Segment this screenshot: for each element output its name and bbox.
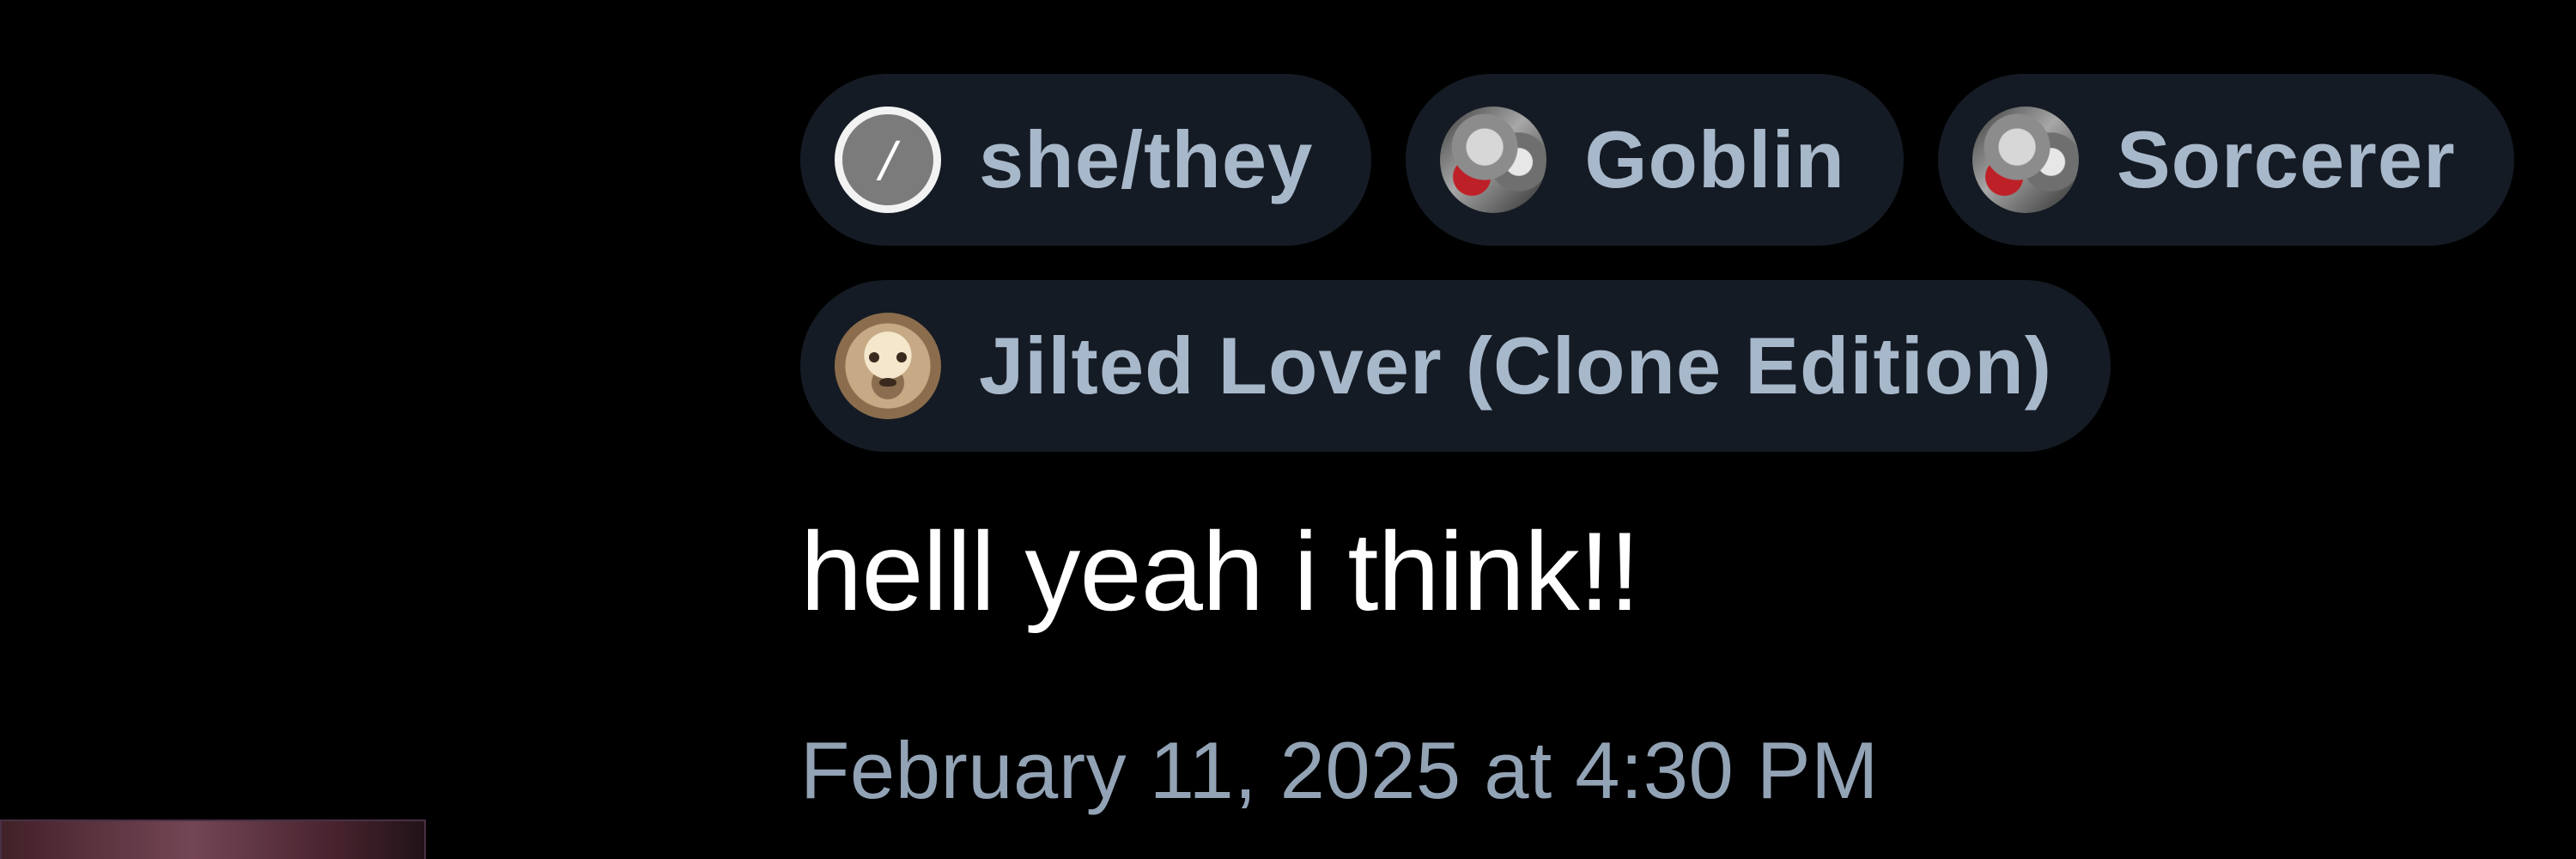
message-detail-view: / she/they Goblin Sorcerer Jilted Lover … — [0, 0, 2576, 859]
mask-avatar-icon — [835, 313, 941, 419]
tag-row-primary: / she/they Goblin Sorcerer — [800, 74, 2576, 246]
sorcerer-avatar-icon — [1971, 107, 2079, 213]
tag-label: Goblin — [1584, 114, 1845, 204]
mask-eye-left-icon — [869, 352, 879, 362]
tag-goblin[interactable]: Goblin — [1406, 74, 1904, 246]
goblin-avatar-icon — [1440, 107, 1547, 213]
media-preview-edge[interactable] — [0, 819, 426, 859]
tag-label: Sorcerer — [2116, 114, 2456, 204]
message-content: / she/they Goblin Sorcerer Jilted Lover … — [800, 74, 2576, 811]
slash-icon: / — [835, 107, 941, 213]
tag-pronouns[interactable]: / she/they — [800, 74, 1372, 246]
timestamp: February 11, 2025 at 4:30 PM — [800, 725, 1879, 815]
mask-mouth-icon — [879, 378, 896, 387]
tag-label: she/they — [979, 114, 1314, 204]
tag-jilted-lover[interactable]: Jilted Lover (Clone Edition) — [800, 280, 2111, 452]
tag-row-secondary: Jilted Lover (Clone Edition) — [800, 280, 2576, 452]
slash-icon-glyph: / — [879, 131, 896, 188]
message-text: helll yeah i think!! — [800, 509, 1640, 634]
tag-sorcerer[interactable]: Sorcerer — [1937, 74, 2514, 246]
tag-label: Jilted Lover (Clone Edition) — [979, 320, 2053, 411]
mask-eye-right-icon — [896, 352, 907, 362]
